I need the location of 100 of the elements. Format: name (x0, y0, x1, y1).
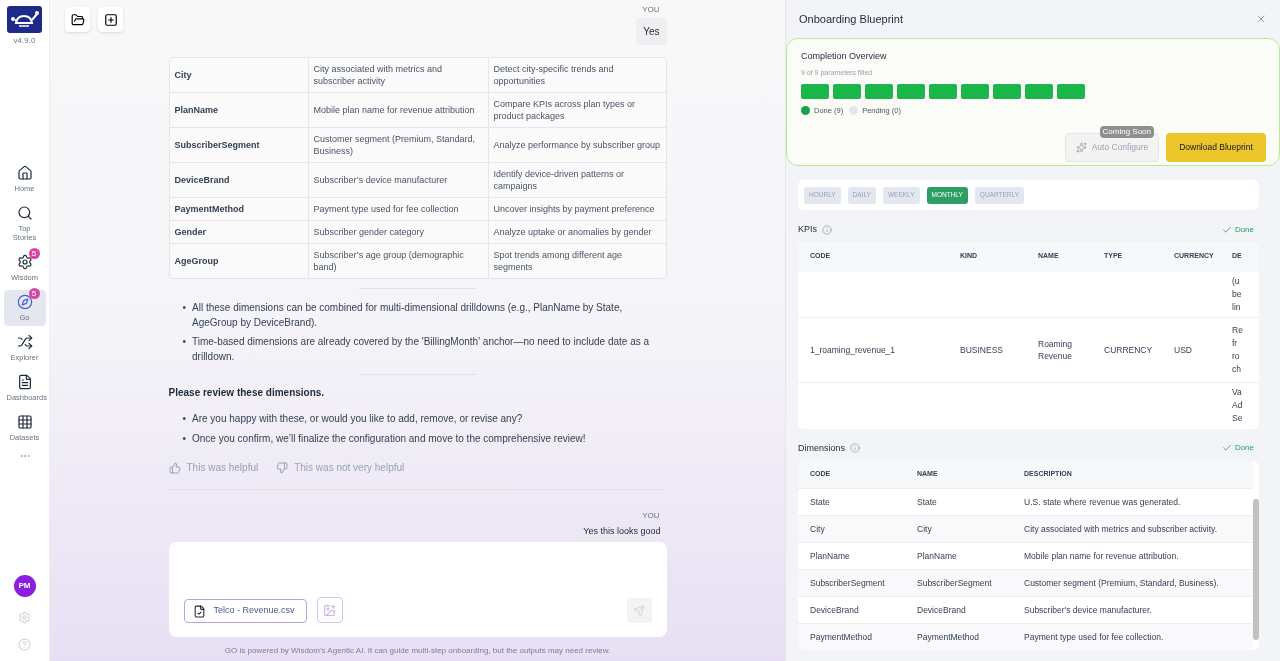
table-cell-text: USD (1174, 343, 1193, 356)
bullet-text: Are you happy with these, or would you like to add, remove, or revise any? (192, 412, 523, 426)
table-cell-text: Mobile plan name for revenue attribution. (1024, 549, 1180, 563)
scrollbar-thumb[interactable] (1253, 499, 1259, 640)
cell-text: lin (1232, 300, 1242, 314)
count-badge: 5 (28, 248, 40, 259)
compass-icon (16, 294, 33, 310)
table-cell-text: PlanName (173, 104, 220, 117)
section-title: KPIs (798, 223, 817, 236)
table-cell: Uncover insights by payment preference (487, 198, 666, 220)
table-cell-text: AgeGroup (173, 255, 220, 268)
sparkle-icon (1075, 142, 1087, 154)
shuffle-icon (16, 334, 33, 350)
bullet-text: All these dimensions can be combined for multi-dimensional drilldowns (e.g., PlanName by State, AgeGroup by DeviceBrand). (192, 301, 624, 330)
image-icon (323, 603, 336, 617)
table-cell-text: DeviceBrand (917, 603, 967, 617)
table-cell-text: BUSINESS (960, 343, 1004, 356)
table-cell-text: Subscriber's device manufacturer. (1024, 603, 1153, 617)
check-icon (1221, 443, 1232, 454)
table-cell-text: Gender (173, 226, 207, 239)
table-cell-text: CURRENCY (1104, 343, 1154, 356)
section-title: Dimensions (798, 441, 846, 455)
send-icon (633, 604, 645, 617)
panel-title: Onboarding Blueprint (799, 11, 903, 27)
download-button[interactable]: Download Blueprint (1166, 133, 1266, 163)
table-cell: Detect city-specific trends and opportunities (487, 58, 666, 92)
table-cell-text: Customer segment (Premium, Standard, Business). (1024, 576, 1220, 590)
table-cell-text: City (810, 522, 826, 536)
table-cell-text: SubscriberSegment (810, 576, 886, 590)
table-cell: Subscriber’s device manufacturer (307, 163, 488, 197)
disclaimer-text: GO is powered by Wisdom’s Agentic AI. It can guide multi-step onboarding, but the outputs may need review. (223, 645, 612, 657)
cell-text: Ad (1232, 399, 1244, 412)
info-icon[interactable] (850, 443, 861, 454)
search-icon (16, 205, 33, 221)
table-cell: Spot trends among different age segments (487, 244, 666, 278)
table-cell-text: State (810, 495, 831, 509)
table-cell: Analyze performance by subscriber group (487, 128, 666, 162)
table-cell-text: DeviceBrand (173, 174, 231, 187)
cell-text: Se (1232, 412, 1244, 425)
table-cell-text: Roaming Revenue (1038, 337, 1074, 362)
folder-icon (70, 12, 85, 27)
cell-text: ch (1232, 362, 1242, 376)
cell-text: be (1232, 287, 1243, 301)
document-icon (16, 374, 33, 390)
bullet-marker: • (182, 412, 186, 426)
settings-icon[interactable] (18, 611, 31, 624)
thumbs-down-icon (276, 461, 289, 474)
sender-label: YOU (642, 510, 660, 522)
table-cell: Subscriber gender category (307, 221, 488, 243)
cell-text: fr (1232, 336, 1239, 350)
table-cell-text: City associated with metrics and subscriber activity. (1024, 522, 1219, 536)
info-icon[interactable] (822, 224, 832, 235)
cell-text: Re (1232, 323, 1244, 337)
table-cell: Analyze uptake or anomalies by gender (487, 221, 666, 243)
file-icon (192, 604, 206, 618)
cell-text: (u (1232, 274, 1241, 288)
grid-icon (16, 414, 33, 430)
table-cell-text: SubscriberSegment (917, 576, 993, 590)
new-chat-button[interactable] (98, 7, 123, 32)
table-cell: City associated with metrics and subscriber activity (307, 58, 488, 92)
plus-icon (103, 12, 118, 27)
bullet-marker: • (182, 432, 186, 446)
table-cell-text: City (173, 69, 193, 82)
check-icon (1221, 224, 1232, 235)
table-cell: Customer segment (Premium, Standard, Business) (307, 128, 488, 162)
count-badge: 5 (28, 288, 40, 299)
table-cell-text: PlanName (810, 549, 851, 563)
table-cell: Compare KPIs across plan types or product packages (487, 93, 666, 127)
message-composer[interactable]: Telco - Revenue.csv (168, 542, 667, 637)
status-label: Done (1234, 442, 1254, 455)
table-cell-text: Payment type used for fee collection. (1024, 630, 1165, 644)
table-cell: Subscriber’s age group (demographic band) (307, 244, 488, 278)
table-cell-text: PaymentMethod (810, 630, 873, 644)
cell-text: Va (1232, 386, 1243, 399)
table-cell-text: 1_roaming_revenue_1 (810, 343, 897, 356)
help-icon[interactable] (18, 638, 31, 651)
gear-icon (16, 254, 33, 270)
table-cell-text: PaymentMethod (173, 203, 245, 216)
user-avatar[interactable]: PM (13, 575, 36, 597)
table-cell-text: U.S. state where revenue was generated. (1024, 495, 1182, 509)
table-cell: Payment type used for fee collection (307, 198, 488, 220)
bullet-marker: • (182, 301, 186, 315)
table-cell: Mobile plan name for revenue attribution (307, 93, 488, 127)
status-label: Done (1234, 223, 1254, 236)
image-button[interactable] (316, 597, 343, 623)
thumbs-up-icon (168, 461, 181, 474)
home-icon (16, 165, 33, 181)
bullet-text: Time-based dimensions are already covered by the 'BillingMonth' anchor—no need to include date as a drilldown. (192, 335, 651, 364)
attachment-chip[interactable]: Telco - Revenue.csv (183, 599, 307, 623)
close-icon[interactable] (1255, 13, 1267, 25)
table-cell: Identify device-driven patterns or campaigns (487, 163, 666, 197)
coming-soon-badge: Coming Soon (1099, 126, 1154, 139)
message-bubble: Yes (636, 18, 667, 45)
table-cell-text: City (917, 522, 933, 536)
table-cell-text: State (917, 495, 938, 509)
bullet-marker: • (182, 335, 186, 349)
table-cell-text: SubscriberSegment (173, 139, 261, 152)
review-heading: Please review these dimensions. (168, 386, 326, 400)
cell-text: ro (1232, 349, 1241, 363)
open-folder-button[interactable] (65, 7, 90, 32)
